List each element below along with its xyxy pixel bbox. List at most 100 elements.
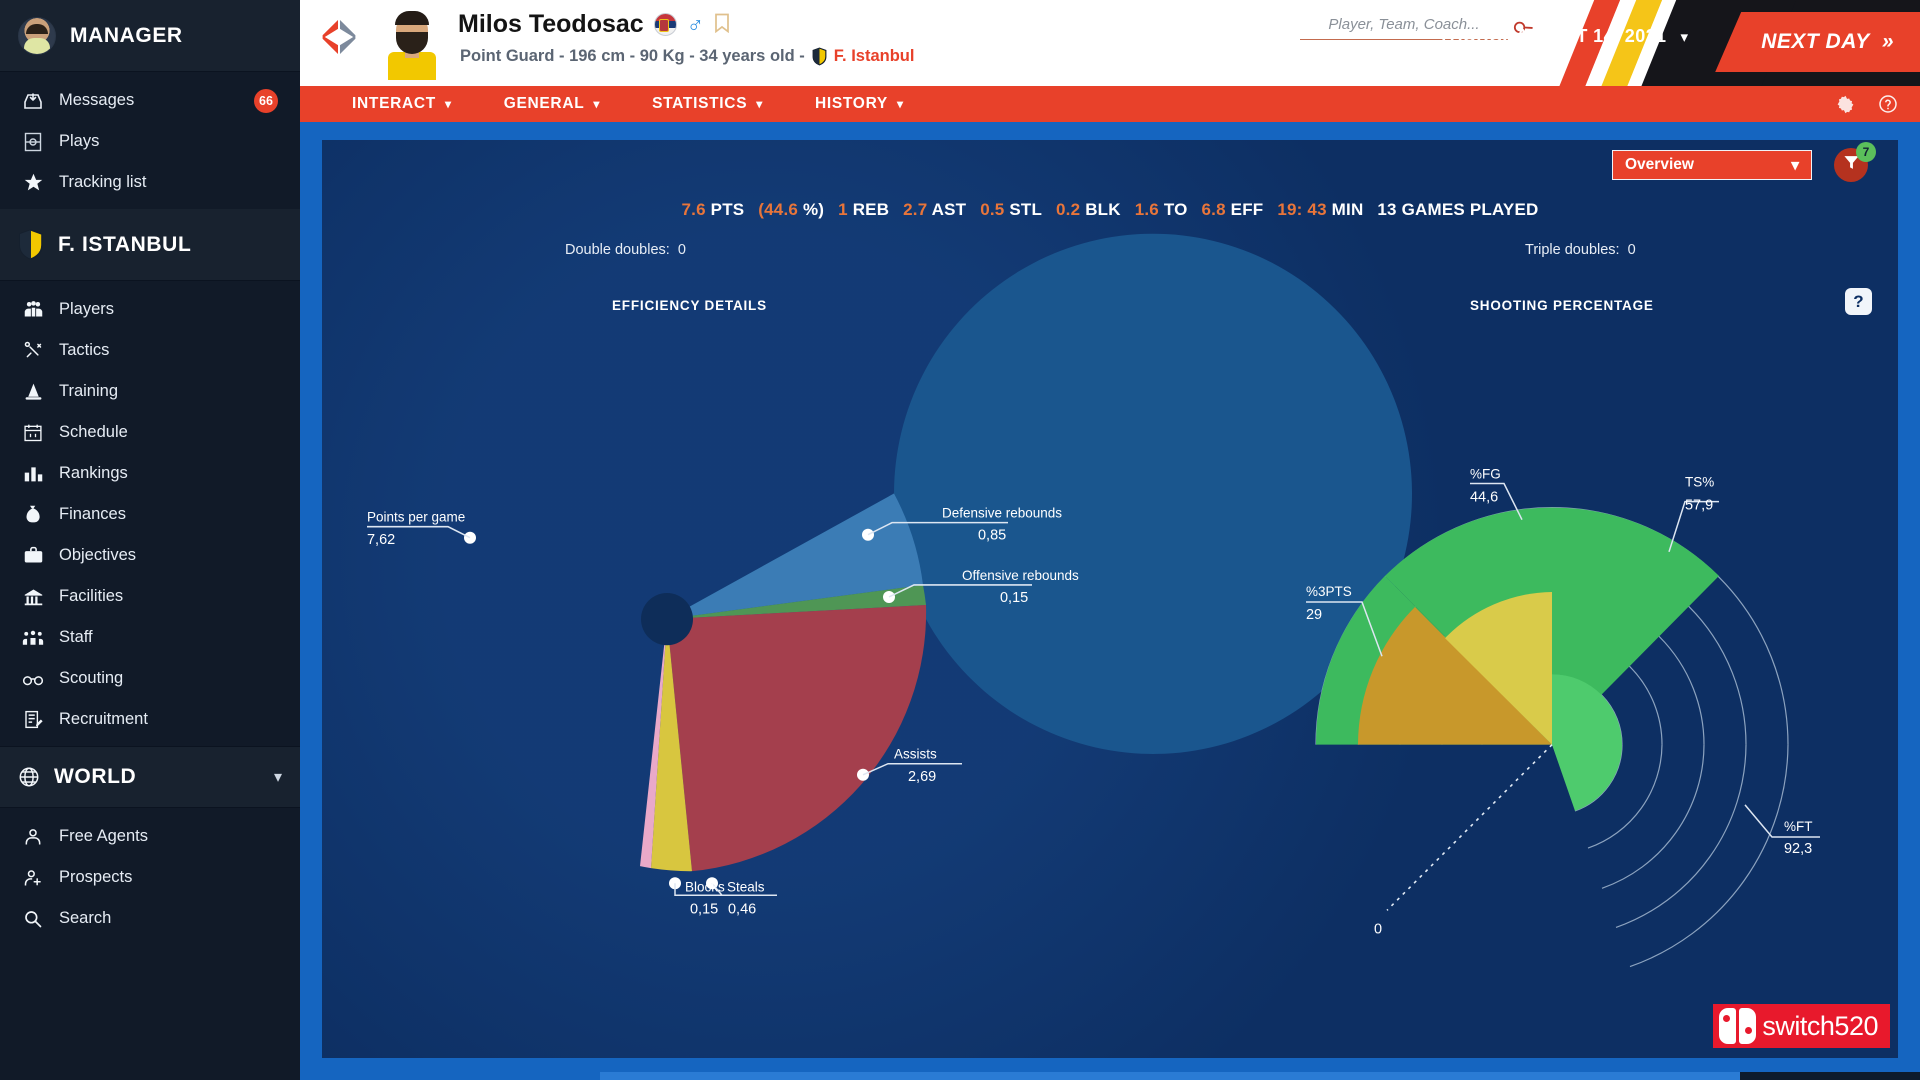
pie-label-title: Blocks bbox=[685, 879, 725, 894]
sidebar-item-search[interactable]: Search bbox=[0, 898, 300, 939]
magnifier-icon bbox=[22, 908, 44, 930]
club-shield-icon bbox=[812, 47, 827, 66]
sidebar-item-staff[interactable]: Staff bbox=[0, 617, 300, 658]
sidebar-team-items: Players Tactics Training bbox=[0, 281, 300, 746]
sidebar-item-tracking-list[interactable]: Tracking list bbox=[0, 162, 300, 203]
sidebar-item-label: Staff bbox=[59, 628, 93, 647]
chevron-down-icon: ▾ bbox=[897, 97, 904, 111]
sidebar-item-free-agents[interactable]: Free Agents bbox=[0, 816, 300, 857]
radial-origin-label: 0 bbox=[1374, 921, 1382, 937]
tab-label: GENERAL bbox=[504, 95, 585, 113]
briefcase-icon bbox=[22, 545, 44, 567]
sidebar-item-objectives[interactable]: Objectives bbox=[0, 535, 300, 576]
main-area: Milos Teodosac ♂ Point Guard - 196 cm - … bbox=[300, 0, 1920, 1080]
content-area: Overview ▾ 7 7.6 PTS (44.6 %) bbox=[300, 122, 1920, 1080]
serbia-flag-icon bbox=[654, 13, 677, 36]
sidebar-item-label: Training bbox=[59, 382, 118, 401]
sidebar-manager-items: Messages 66 Plays Tracking li bbox=[0, 72, 300, 209]
sidebar-item-label: Finances bbox=[59, 505, 126, 524]
pie-label-value: 0,15 bbox=[690, 901, 718, 917]
settings-gear-icon[interactable] bbox=[1835, 94, 1856, 115]
sidebar-item-players[interactable]: Players bbox=[0, 289, 300, 330]
pie-label-value: 0,85 bbox=[978, 528, 1006, 544]
pie-label-title: Steals bbox=[727, 879, 765, 894]
pie-label-value: 2,69 bbox=[908, 769, 936, 785]
sidebar-item-plays[interactable]: Plays bbox=[0, 121, 300, 162]
sidebar-item-label: Recruitment bbox=[59, 710, 148, 729]
tactics-icon bbox=[22, 340, 44, 362]
globe-icon bbox=[18, 766, 40, 788]
radial-label-title: %3PTS bbox=[1306, 584, 1352, 599]
sidebar-item-label: Schedule bbox=[59, 423, 128, 442]
sidebar-manager-header[interactable]: MANAGER bbox=[0, 0, 300, 72]
pie-label-title: Offensive rebounds bbox=[962, 568, 1079, 583]
tab-general[interactable]: GENERAL ▾ bbox=[478, 86, 626, 122]
scrollbar-thumb[interactable] bbox=[600, 1072, 1740, 1080]
sidebar-item-tactics[interactable]: Tactics bbox=[0, 330, 300, 371]
pie-label-value: 7,62 bbox=[367, 532, 395, 548]
tab-interact[interactable]: INTERACT ▾ bbox=[326, 86, 478, 122]
star-icon bbox=[22, 172, 44, 194]
tab-label: INTERACT bbox=[352, 95, 436, 113]
sidebar-item-recruitment[interactable]: Recruitment bbox=[0, 699, 300, 740]
radial-label-title: TS% bbox=[1685, 474, 1714, 489]
radial-sector-ft[interactable] bbox=[1552, 674, 1622, 811]
player-name-row: Milos Teodosac ♂ bbox=[458, 10, 730, 39]
sidebar-item-label: Facilities bbox=[59, 587, 123, 606]
sidebar-item-rankings[interactable]: Rankings bbox=[0, 453, 300, 494]
radial-label-value: 57,9 bbox=[1685, 498, 1713, 514]
sidebar-item-prospects[interactable]: Prospects bbox=[0, 857, 300, 898]
pie-callout-points-per-game: Points per game 7,62 bbox=[367, 510, 476, 548]
manager-avatar-icon bbox=[18, 17, 56, 55]
staff-icon bbox=[22, 627, 44, 649]
app-root: MANAGER Messages 66 Plays bbox=[0, 0, 1920, 1080]
people-icon bbox=[22, 299, 44, 321]
chevron-down-icon: ▾ bbox=[274, 767, 282, 787]
watermark-text: switch520 bbox=[1762, 1011, 1878, 1042]
chevron-down-icon: ▾ bbox=[593, 97, 600, 111]
pie-slice-assists[interactable] bbox=[667, 605, 926, 871]
bookmark-icon[interactable] bbox=[714, 13, 730, 37]
horizontal-scrollbar[interactable] bbox=[600, 1072, 1920, 1080]
sidebar-item-facilities[interactable]: Facilities bbox=[0, 576, 300, 617]
sidebar-item-schedule[interactable]: Schedule bbox=[0, 412, 300, 453]
messages-badge: 66 bbox=[254, 89, 278, 113]
help-question-icon[interactable] bbox=[1878, 94, 1898, 114]
radial-label-value: 44,6 bbox=[1470, 490, 1498, 506]
club-link[interactable]: F. Istanbul bbox=[834, 47, 915, 66]
male-icon: ♂ bbox=[687, 13, 704, 36]
switch-logo-icon bbox=[1719, 1008, 1756, 1044]
next-day-label: NEXT DAY bbox=[1761, 30, 1870, 54]
sidebar-team-header[interactable]: F. ISTANBUL bbox=[0, 209, 300, 281]
sidebar-world-header[interactable]: WORLD ▾ bbox=[0, 746, 300, 808]
double-chevron-right-icon: » bbox=[1882, 30, 1894, 54]
date-selector[interactable]: THURSDAY, OCT 14, 2021 ▾ bbox=[1438, 26, 1688, 47]
building-icon bbox=[22, 586, 44, 608]
current-date: THURSDAY, OCT 14, 2021 bbox=[1438, 26, 1666, 47]
radial-zero-ray bbox=[1387, 745, 1552, 911]
sidebar-item-label: Scouting bbox=[59, 669, 123, 688]
sidebar-item-label: Tactics bbox=[59, 341, 109, 360]
player-details-text: Point Guard - 196 cm - 90 Kg - 34 years … bbox=[460, 47, 805, 66]
sidebar-item-training[interactable]: Training bbox=[0, 371, 300, 412]
chevron-right-icon[interactable] bbox=[340, 20, 362, 54]
sidebar-item-scouting[interactable]: Scouting bbox=[0, 658, 300, 699]
bars-icon bbox=[22, 463, 44, 485]
chevron-left-icon[interactable] bbox=[316, 20, 338, 54]
pie-label-title: Assists bbox=[894, 747, 937, 762]
sidebar-item-messages[interactable]: Messages 66 bbox=[0, 80, 300, 121]
sidebar-item-label: Plays bbox=[59, 132, 99, 151]
cone-icon bbox=[22, 381, 44, 403]
moneybag-icon bbox=[22, 504, 44, 526]
stats-panel: Overview ▾ 7 7.6 PTS (44.6 %) bbox=[322, 140, 1898, 1058]
sidebar-item-label: Tracking list bbox=[59, 173, 146, 192]
history-nav bbox=[316, 20, 362, 54]
next-day-button[interactable]: NEXT DAY » bbox=[1715, 12, 1920, 72]
watermark: switch520 bbox=[1713, 1004, 1890, 1048]
tab-statistics[interactable]: STATISTICS ▾ bbox=[626, 86, 789, 122]
sidebar-world-label: WORLD bbox=[54, 765, 136, 789]
pie-label-title: Defensive rebounds bbox=[942, 506, 1062, 521]
pie-label-value: 0,15 bbox=[1000, 590, 1028, 606]
tab-history[interactable]: HISTORY ▾ bbox=[789, 86, 930, 122]
sidebar-item-finances[interactable]: Finances bbox=[0, 494, 300, 535]
